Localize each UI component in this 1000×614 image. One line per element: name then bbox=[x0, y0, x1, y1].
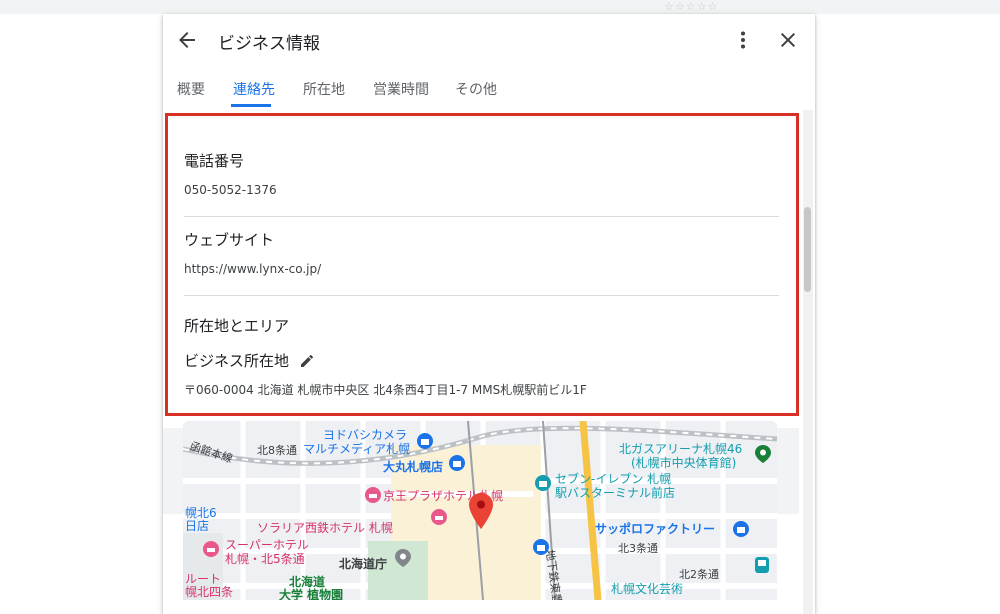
business-address-value: 〒060-0004 北海道 札幌市中央区 北4条西4丁目1-7 MMS札幌駅前ビ… bbox=[184, 383, 587, 397]
map-label-seven-eleven: セブン-イレブン 札幌 bbox=[555, 472, 672, 486]
website-label: ウェブサイト bbox=[184, 231, 275, 249]
pencil-icon bbox=[301, 354, 314, 367]
location-pin-icon bbox=[469, 493, 493, 529]
website-value[interactable]: https://www.lynx-co.jp/ bbox=[184, 262, 321, 276]
map-label-kita3: 北3条通 bbox=[618, 542, 658, 555]
more-options-button[interactable] bbox=[731, 28, 755, 52]
divider bbox=[184, 216, 779, 217]
edit-button[interactable] bbox=[299, 353, 315, 369]
active-tab-indicator bbox=[231, 104, 271, 107]
government-marker-icon bbox=[395, 549, 411, 567]
phone-label: 電話番号 bbox=[184, 152, 245, 170]
tab-location[interactable]: 所在地 bbox=[303, 79, 345, 99]
map-label-kita8: 北8条通 bbox=[257, 444, 297, 457]
map-label-hokkaido-gov: 北海道庁 bbox=[339, 557, 388, 571]
map-label-super-hotel: スーパーホテル bbox=[225, 538, 309, 552]
scrollbar-track[interactable] bbox=[803, 110, 813, 614]
map-label-yodobashi: ヨドバシカメラ bbox=[323, 428, 408, 442]
hotel-icon bbox=[431, 509, 447, 525]
background-page-strip: ☆☆☆☆☆ bbox=[0, 0, 1000, 14]
arrow-left-icon bbox=[179, 32, 195, 48]
phone-value[interactable]: 050-5052-1376 bbox=[184, 183, 277, 197]
map-label-sorarea: ソラリア西鉄ホテル 札幌 bbox=[257, 521, 393, 535]
business-address-label: ビジネス所在地 bbox=[184, 352, 290, 370]
dialog-header: ビジネス情報 bbox=[163, 14, 815, 66]
transit-icon bbox=[755, 557, 769, 573]
more-vert-icon bbox=[741, 31, 745, 49]
shopping-bag-icon bbox=[417, 433, 433, 449]
divider bbox=[184, 295, 779, 296]
map-label-hokudai-2: 大学 植物園 bbox=[279, 588, 344, 600]
close-icon bbox=[781, 33, 795, 47]
tab-hours[interactable]: 営業時間 bbox=[373, 79, 429, 99]
place-marker-icon bbox=[755, 445, 771, 463]
map-label-bunka: 札幌文化芸術 bbox=[611, 582, 684, 596]
tab-bar: 概要 連絡先 所在地 営業時間 その他 bbox=[163, 74, 815, 108]
map-label-seven-eleven-2: 駅バスターミナル前店 bbox=[555, 486, 676, 500]
shopping-bag-icon bbox=[449, 455, 465, 471]
shopping-bag-icon bbox=[533, 539, 549, 555]
close-button[interactable] bbox=[776, 28, 800, 52]
dialog-title: ビジネス情報 bbox=[218, 34, 320, 54]
map-label-super-hotel-2: 札幌・北5条通 bbox=[225, 552, 305, 566]
map-label-route-2: 幌北四条 bbox=[185, 585, 234, 599]
location-map[interactable]: ヨドバシカメラ マルチメディア札幌 大丸札幌店 北8条通 函館本線 京王プラザホ… bbox=[183, 421, 777, 600]
tab-contact[interactable]: 連絡先 bbox=[233, 79, 275, 99]
rating-stars-icon: ☆☆☆☆☆ bbox=[664, 0, 719, 13]
back-button[interactable] bbox=[175, 28, 199, 52]
tab-overview[interactable]: 概要 bbox=[177, 79, 205, 99]
map-label-hokkaido-north6-2: 日店 bbox=[185, 519, 210, 533]
map-label-yodobashi-2: マルチメディア札幌 bbox=[303, 442, 411, 456]
scrollbar-thumb[interactable] bbox=[804, 207, 811, 292]
hotel-icon bbox=[365, 487, 381, 503]
map-label-arena: 北ガスアリーナ札幌46 bbox=[619, 442, 743, 456]
map-label-sapporo-factory: サッポロファクトリー bbox=[595, 522, 716, 536]
location-section-label: 所在地とエリア bbox=[184, 317, 290, 335]
map-label-kita2: 北2条通 bbox=[679, 568, 719, 581]
tab-other[interactable]: その他 bbox=[455, 79, 497, 99]
shopping-bag-icon bbox=[733, 521, 749, 537]
convenience-store-icon bbox=[535, 475, 551, 491]
map-label-arena-2: (札幌市中央体育館) bbox=[631, 456, 737, 470]
map-label-daimaru: 大丸札幌店 bbox=[383, 460, 444, 474]
hotel-icon bbox=[203, 541, 219, 557]
